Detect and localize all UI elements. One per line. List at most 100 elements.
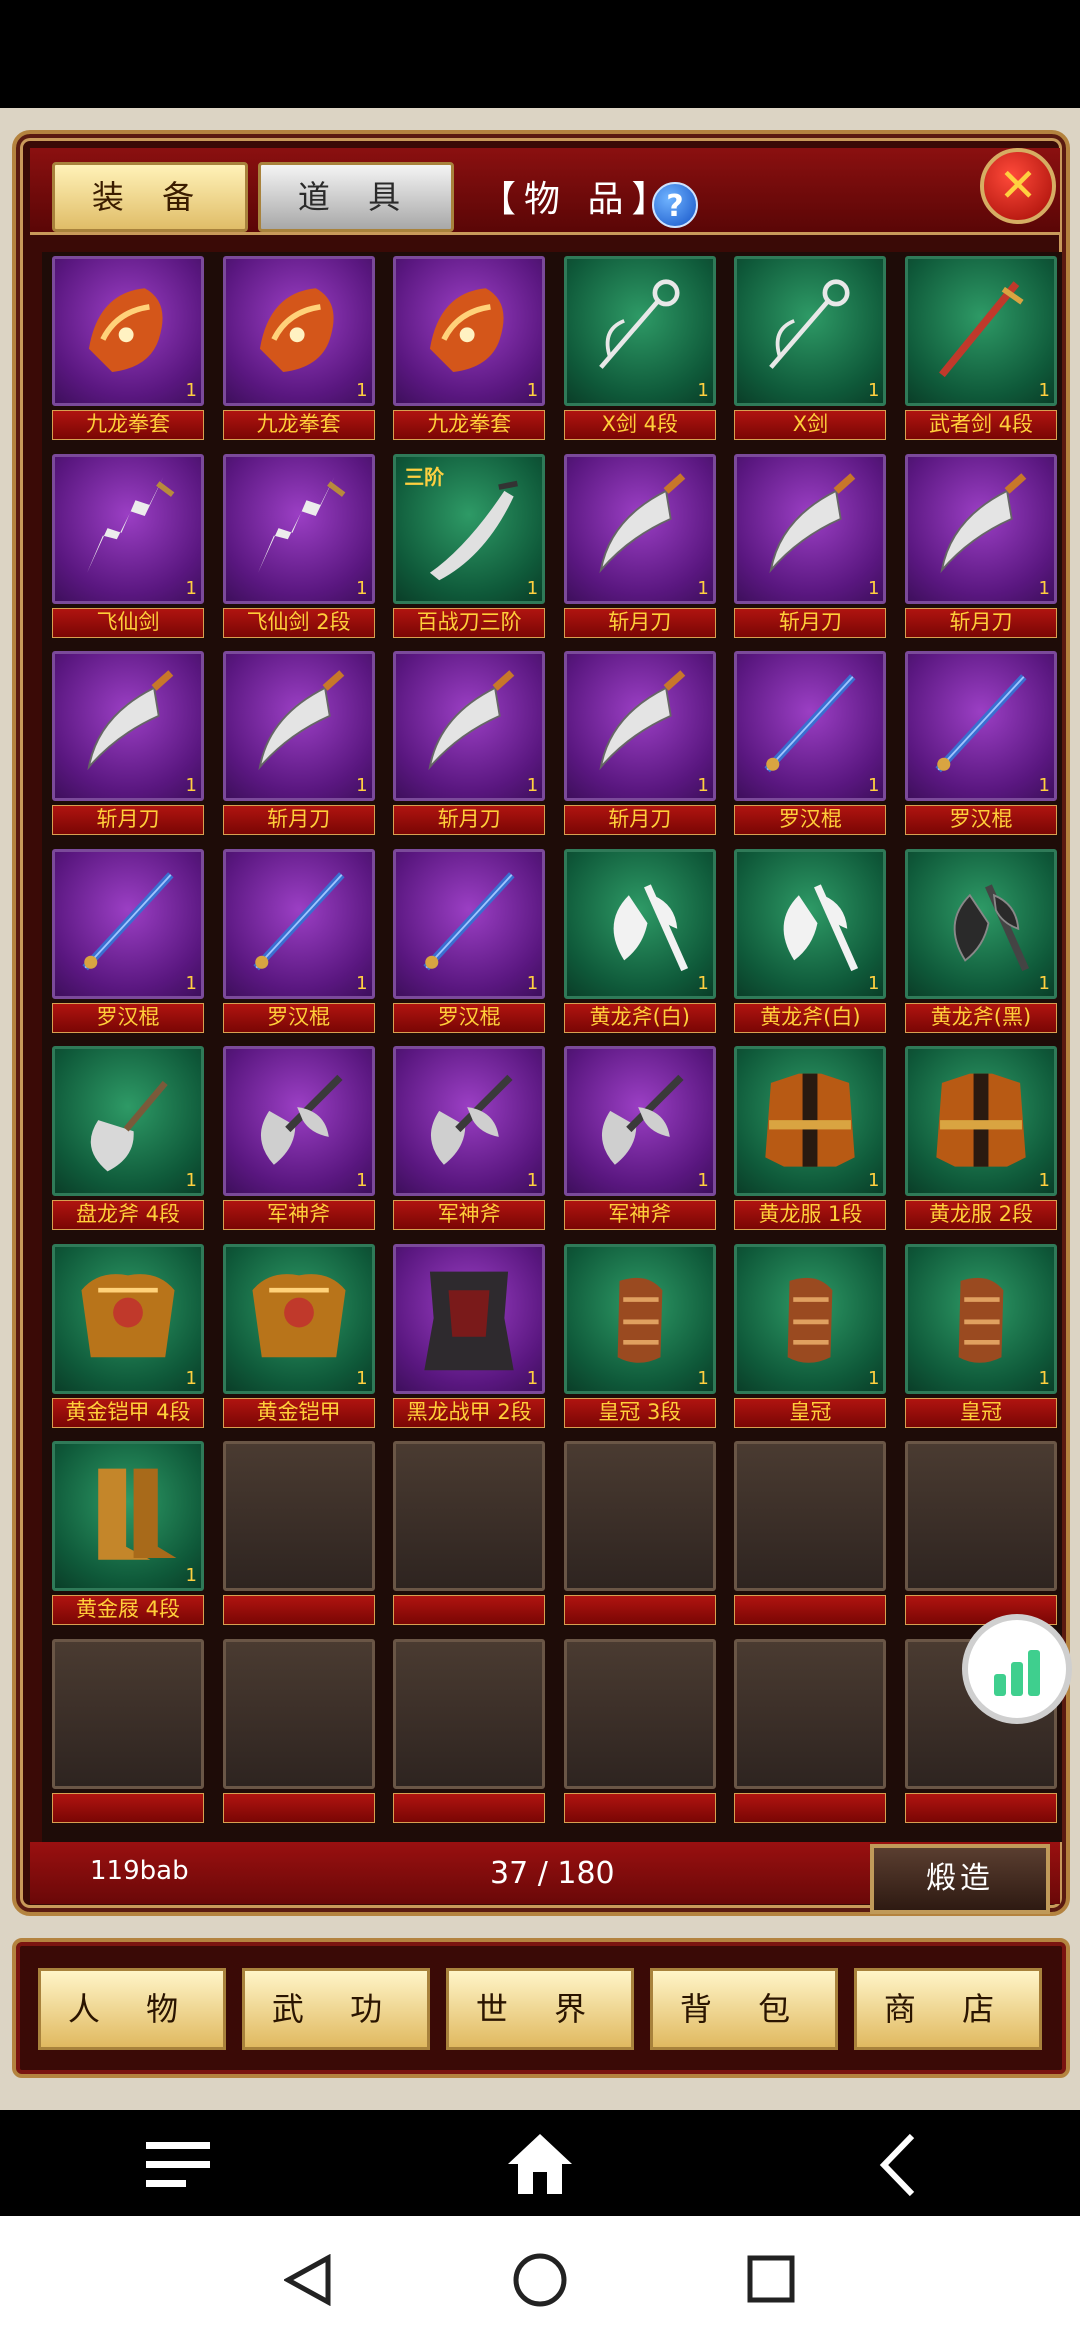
inventory-item[interactable]: 1 九龙拳套	[52, 256, 204, 446]
inventory-item[interactable]: 1 皇冠 3段	[563, 1243, 716, 1434]
inventory-item[interactable]: 1 皇冠	[734, 1243, 887, 1434]
item-count: 1	[1038, 1367, 1050, 1389]
home-icon[interactable]	[506, 2132, 574, 2196]
nav-skills-button[interactable]: 武 功	[242, 1968, 430, 2050]
item-count: 1	[697, 380, 709, 401]
item-slot: 1	[563, 1243, 716, 1394]
inventory-item[interactable]: 1 斩月刀	[734, 453, 887, 644]
item-slot: 1	[52, 1243, 204, 1394]
item-count: 1	[867, 1170, 880, 1191]
inventory-item[interactable]: 1 军神斧	[222, 1046, 375, 1236]
inventory-item[interactable]: 1 X剑 4段	[563, 256, 716, 446]
inventory-item[interactable]: 1 武者剑 4段	[905, 256, 1057, 446]
empty-slot[interactable]	[563, 1441, 716, 1631]
inventory-item[interactable]: 1 九龙拳套	[393, 256, 546, 446]
forge-button[interactable]: 煅造	[870, 1844, 1050, 1914]
empty-slot[interactable]	[734, 1441, 887, 1631]
inventory-item[interactable]: 1 军神斧	[393, 1046, 546, 1236]
inventory-item[interactable]: 1 黄龙斧(白)	[734, 848, 887, 1039]
item-count: 1	[867, 972, 880, 994]
system-back-icon[interactable]	[284, 2254, 334, 2306]
inventory-item[interactable]: 1 九龙拳套	[222, 256, 375, 446]
floating-stats-button[interactable]	[962, 1614, 1072, 1724]
nav-shop-button[interactable]: 商 店	[854, 1968, 1042, 2050]
axe-white-icon	[613, 883, 688, 971]
inventory-item[interactable]: 1 罗汉棍	[734, 651, 887, 841]
inventory-item[interactable]: 1 皇冠	[905, 1243, 1057, 1434]
item-count: 1	[867, 775, 880, 796]
gauntlet-icon	[430, 288, 504, 373]
inventory-item[interactable]: 1 X剑	[734, 256, 887, 446]
inventory-item[interactable]: 1 盘龙斧 4段	[52, 1046, 204, 1236]
tab-items[interactable]: 道 具	[258, 162, 454, 232]
item-slot: 1	[52, 1046, 204, 1196]
item-tier-badge: 三阶	[404, 464, 445, 489]
nav-world-button[interactable]: 世 界	[446, 1968, 634, 2050]
close-button[interactable]: ✕	[980, 148, 1056, 224]
empty-slot[interactable]	[222, 1638, 375, 1829]
inventory-item[interactable]: 1 军神斧	[563, 1046, 716, 1236]
inventory-item[interactable]: 1 斩月刀	[563, 453, 716, 644]
empty-slot[interactable]	[905, 1441, 1057, 1631]
empty-slot[interactable]	[52, 1638, 204, 1829]
inventory-item[interactable]: 1 罗汉棍	[905, 651, 1057, 841]
staff-icon	[764, 674, 856, 773]
item-slot: 1	[905, 651, 1057, 801]
back-arrow-icon[interactable]	[876, 2132, 920, 2198]
sword-icon	[939, 281, 1024, 378]
item-count: 1	[867, 1367, 880, 1389]
system-home-icon[interactable]	[512, 2252, 568, 2308]
inventory-item[interactable]: 1 黄龙斧(黑)	[905, 848, 1057, 1039]
nav-bag-button[interactable]: 背 包	[650, 1968, 838, 2050]
item-name-label: 黄龙斧(白)	[734, 1002, 887, 1033]
item-count: 1	[526, 1170, 539, 1191]
empty-slot[interactable]	[393, 1638, 546, 1829]
inventory-item[interactable]: 1 斩月刀	[563, 651, 716, 841]
empty-slot-frame	[52, 1638, 204, 1789]
inventory-item[interactable]: 1 飞仙剑 2段	[222, 453, 375, 644]
battle-axe-icon	[431, 1074, 513, 1165]
item-name-label: 罗汉棍	[222, 1002, 375, 1033]
inventory-item[interactable]: 1 黄龙服 2段	[905, 1046, 1057, 1236]
help-icon[interactable]: ?	[652, 182, 698, 228]
inventory-item[interactable]: 1 黄金铠甲	[222, 1243, 375, 1434]
empty-slot[interactable]	[222, 1441, 375, 1631]
item-slot: 1	[563, 848, 716, 999]
empty-slot[interactable]	[563, 1638, 716, 1829]
inventory-item[interactable]: 1 斩月刀	[905, 453, 1057, 644]
nav-character-button[interactable]: 人 物	[38, 1968, 226, 2050]
status-bar	[0, 0, 1080, 108]
inventory-item[interactable]: 三阶 1 百战刀三阶	[393, 453, 546, 644]
inventory-item[interactable]: 1 黑龙战甲 2段	[393, 1243, 546, 1434]
inventory-item[interactable]: 1 罗汉棍	[393, 848, 546, 1039]
empty-slot-label	[222, 1792, 375, 1823]
item-name-label: 军神斧	[222, 1200, 375, 1230]
empty-slot[interactable]	[734, 1638, 887, 1829]
item-slot: 1	[222, 1243, 375, 1394]
item-count: 1	[356, 972, 368, 994]
system-recents-icon[interactable]	[746, 2254, 796, 2304]
item-name-label: 斩月刀	[393, 805, 546, 835]
inventory-item[interactable]: 1 黄金屐 4段	[52, 1441, 204, 1631]
app-navigation-bar	[0, 2110, 1080, 2216]
robe-icon	[936, 1073, 1026, 1167]
crescent-blade-icon	[940, 472, 1027, 573]
inventory-item[interactable]: 1 斩月刀	[393, 651, 546, 841]
item-slot: 1	[52, 1441, 204, 1591]
inventory-item[interactable]: 1 黄龙斧(白)	[563, 848, 716, 1039]
inventory-item[interactable]: 1 黄龙服 1段	[734, 1046, 887, 1236]
inventory-item[interactable]: 1 黄金铠甲 4段	[52, 1243, 204, 1434]
item-slot: 1	[393, 848, 546, 999]
item-name-label: 九龙拳套	[52, 410, 204, 440]
inventory-item[interactable]: 1 罗汉棍	[222, 848, 375, 1039]
empty-slot[interactable]	[393, 1441, 546, 1631]
item-slot: 1	[563, 1046, 716, 1196]
item-count: 1	[867, 380, 880, 401]
inventory-item[interactable]: 1 斩月刀	[222, 651, 375, 841]
inventory-item[interactable]: 1 飞仙剑	[52, 453, 204, 644]
item-count: 1	[526, 380, 539, 401]
inventory-item[interactable]: 1 斩月刀	[52, 651, 204, 841]
inventory-item[interactable]: 1 罗汉棍	[52, 848, 204, 1039]
tab-equipment[interactable]: 装 备	[52, 162, 248, 232]
menu-icon[interactable]	[146, 2138, 212, 2192]
